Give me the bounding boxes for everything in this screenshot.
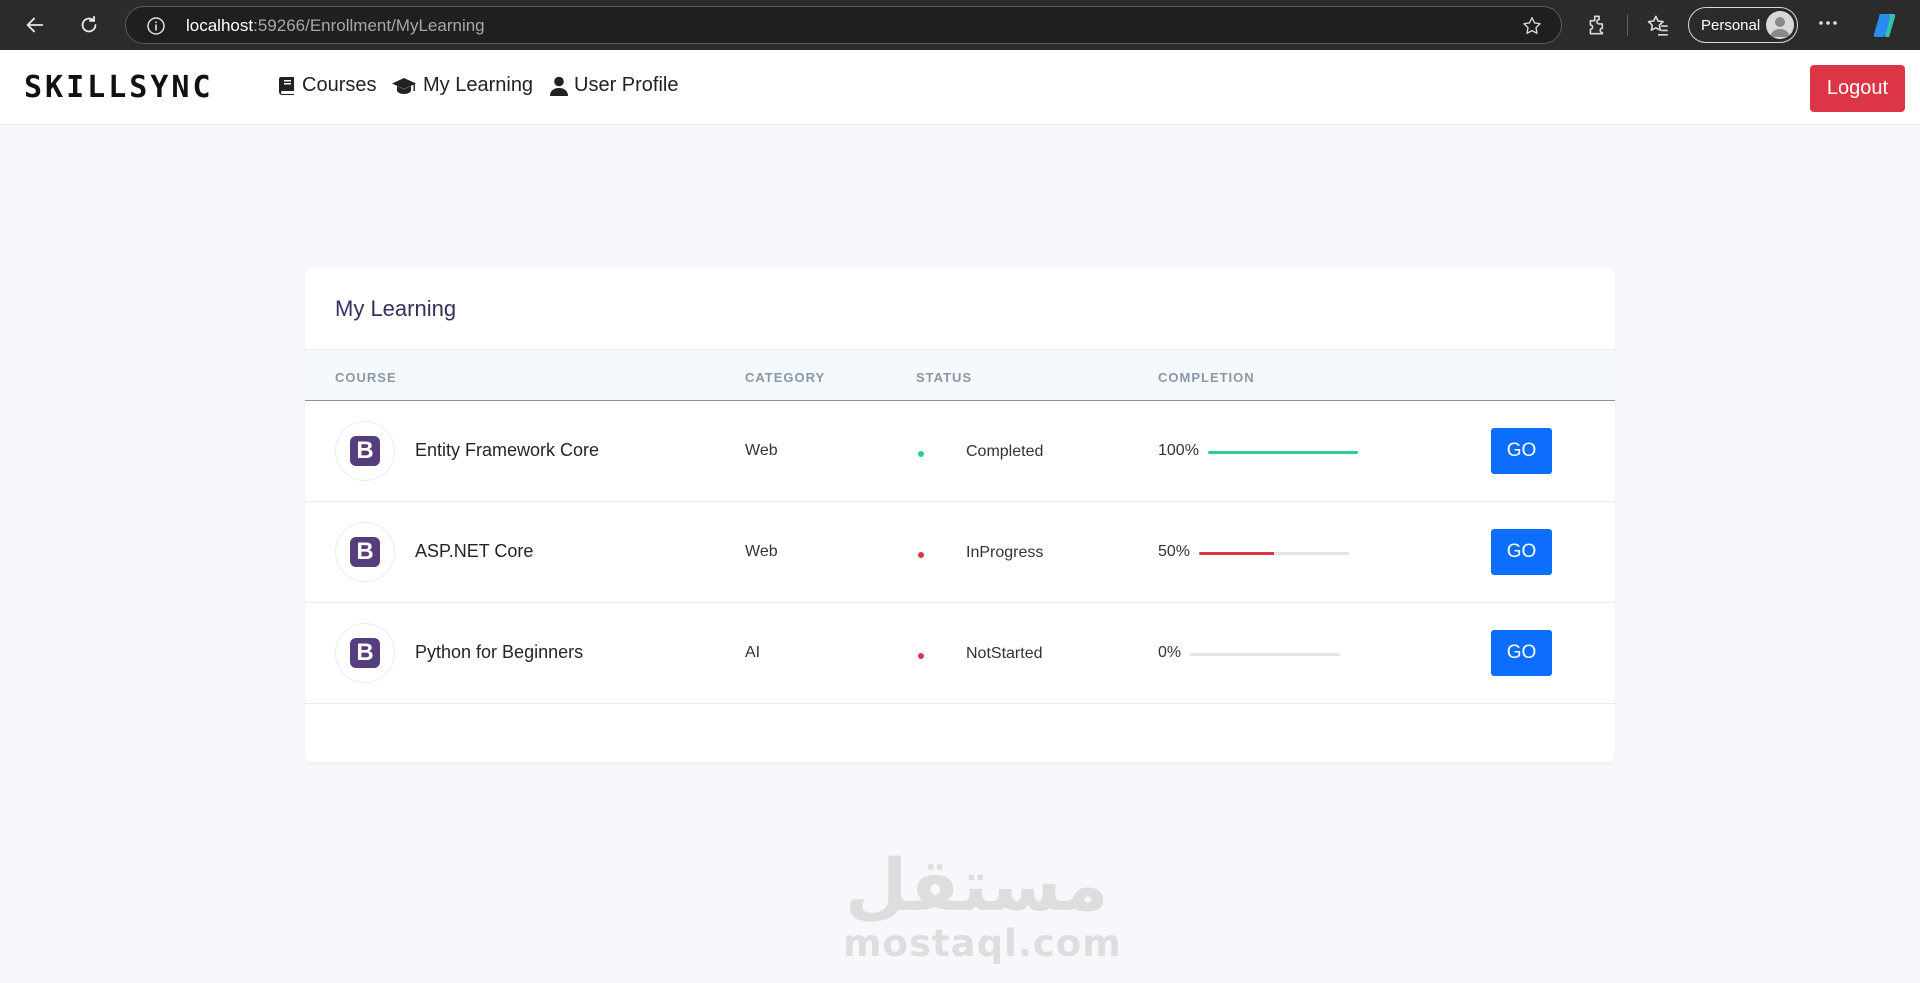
- graduation-cap-icon: [392, 77, 416, 94]
- table-header: COURSE CATEGORY STATUS COMPLETION: [305, 349, 1615, 401]
- course-name: ASP.NET Core: [415, 541, 534, 561]
- go-button[interactable]: GO: [1491, 428, 1552, 474]
- url-host: localhost: [186, 16, 254, 35]
- progress-fill: [1208, 451, 1358, 454]
- copilot-icon[interactable]: [1870, 10, 1900, 40]
- status-text: InProgress: [966, 544, 1044, 561]
- completion-percent: 0%: [1158, 644, 1182, 661]
- completion-percent: 100%: [1158, 442, 1199, 459]
- status-text: NotStarted: [966, 645, 1043, 662]
- table-row: B Entity Framework Core Web Completed 10…: [305, 401, 1615, 502]
- column-header-category: CATEGORY: [745, 370, 826, 385]
- site-info-icon[interactable]: [146, 16, 166, 36]
- go-button[interactable]: GO: [1491, 529, 1552, 575]
- url-text[interactable]: localhost:59266/Enrollment/MyLearning: [186, 16, 485, 36]
- nav-link-my-learning[interactable]: My Learning: [391, 74, 533, 97]
- more-options-icon[interactable]: [1815, 10, 1841, 36]
- reload-button[interactable]: [71, 7, 107, 43]
- nav-link-label: User Profile: [574, 74, 679, 96]
- toolbar-separator: [1627, 14, 1628, 36]
- course-name: Entity Framework Core: [415, 440, 600, 460]
- nav-link-user-profile[interactable]: User Profile: [550, 74, 678, 97]
- watermark-latin: mostaql.com: [843, 922, 1122, 965]
- course-category: AI: [745, 644, 761, 661]
- nav-link-courses[interactable]: Courses: [278, 74, 376, 97]
- favorites-icon[interactable]: [1645, 12, 1671, 38]
- table-row: B Python for Beginners AI NotStarted 0% …: [305, 603, 1615, 704]
- address-bar[interactable]: localhost:59266/Enrollment/MyLearning: [125, 6, 1562, 44]
- progress-fill: [1199, 552, 1274, 555]
- bootstrap-logo-icon: B: [350, 537, 380, 567]
- back-arrow-icon: [26, 17, 44, 33]
- url-path: :59266/Enrollment/MyLearning: [253, 16, 485, 35]
- status-dot: [918, 451, 924, 457]
- status-dot: [918, 552, 924, 558]
- progress-bar: [1190, 653, 1340, 656]
- column-header-completion: COMPLETION: [1158, 370, 1255, 385]
- card-title: My Learning: [335, 296, 457, 321]
- bootstrap-logo-icon: B: [350, 436, 380, 466]
- bootstrap-logo-icon: B: [350, 638, 380, 668]
- progress-bar: [1199, 552, 1349, 555]
- favorite-star-icon[interactable]: [1521, 15, 1543, 37]
- course-category: Web: [745, 543, 778, 560]
- course-category: Web: [745, 442, 778, 459]
- course-logo: B: [335, 623, 395, 683]
- reload-icon: [81, 15, 97, 33]
- logout-button[interactable]: Logout: [1810, 65, 1905, 112]
- progress-bar: [1208, 451, 1358, 454]
- watermark-arabic: مستقل: [845, 843, 1109, 927]
- nav-link-label: My Learning: [423, 74, 534, 96]
- go-button[interactable]: GO: [1491, 630, 1552, 676]
- my-learning-card: My Learning COURSE CATEGORY STATUS COMPL…: [305, 267, 1615, 762]
- course-logo: B: [335, 522, 395, 582]
- status-dot: [918, 653, 924, 659]
- status-text: Completed: [966, 443, 1044, 460]
- profile-button[interactable]: Personal: [1688, 7, 1798, 43]
- app-navbar: SKILLSYNC Courses My Learning User Profi…: [0, 50, 1920, 125]
- course-logo: B: [335, 421, 395, 481]
- back-button[interactable]: [17, 7, 53, 43]
- course-name: Python for Beginners: [415, 642, 584, 662]
- user-icon: [550, 76, 568, 96]
- browser-toolbar: localhost:59266/Enrollment/MyLearning Pe…: [0, 0, 1920, 50]
- column-header-status: STATUS: [916, 370, 973, 385]
- book-icon: [279, 76, 294, 95]
- nav-link-label: Courses: [302, 74, 377, 96]
- profile-label: Personal: [1701, 16, 1761, 34]
- table-row: B ASP.NET Core Web InProgress 50% GO: [305, 502, 1615, 603]
- column-header-course: COURSE: [335, 370, 397, 385]
- profile-avatar-icon: [1766, 11, 1794, 39]
- brand-logo[interactable]: SKILLSYNC: [24, 73, 214, 103]
- extensions-icon[interactable]: [1585, 12, 1611, 38]
- completion-percent: 50%: [1158, 543, 1191, 560]
